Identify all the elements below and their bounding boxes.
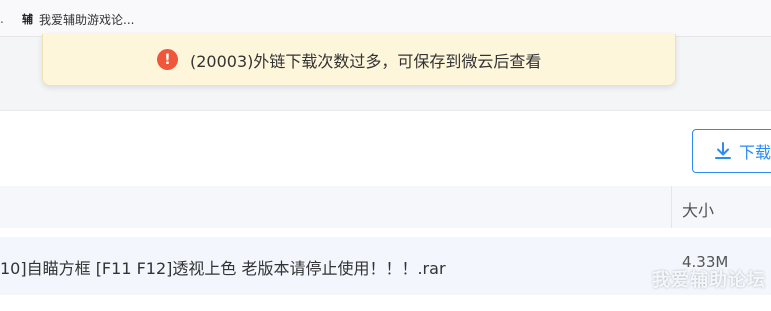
bookmark-item[interactable]: 辅 我爱辅助游戏论...: [22, 11, 134, 27]
bookmark-overflow-mark: .: [0, 12, 4, 26]
download-button[interactable]: 下载: [692, 129, 771, 173]
bookmark-favicon-icon: 辅: [22, 13, 33, 26]
watermark: 我爱辅助论坛: [652, 270, 766, 291]
table-header: 大小: [0, 186, 771, 228]
bookmark-bar: . 辅 我爱辅助游戏论...: [0, 0, 771, 37]
bookmark-label: 我爱辅助游戏论...: [39, 12, 135, 27]
download-label: 下载: [739, 143, 771, 162]
error-icon: !: [157, 49, 178, 70]
toast-message: (20003)外链下载次数过多，可保存到微云后查看: [190, 51, 542, 71]
download-icon: [715, 142, 731, 159]
column-divider[interactable]: [671, 186, 672, 228]
column-header-size[interactable]: 大小: [682, 197, 714, 221]
error-toast: ! (20003)外链下载次数过多，可保存到微云后查看: [42, 34, 676, 86]
file-name[interactable]: 10]自瞄方框 [F11 F12]透视上色 老版本请停止使用！！！.rar: [0, 255, 446, 279]
page: . 辅 我爱辅助游戏论... ! (20003)外链下载次数过多，可保存到微云后…: [0, 0, 771, 311]
